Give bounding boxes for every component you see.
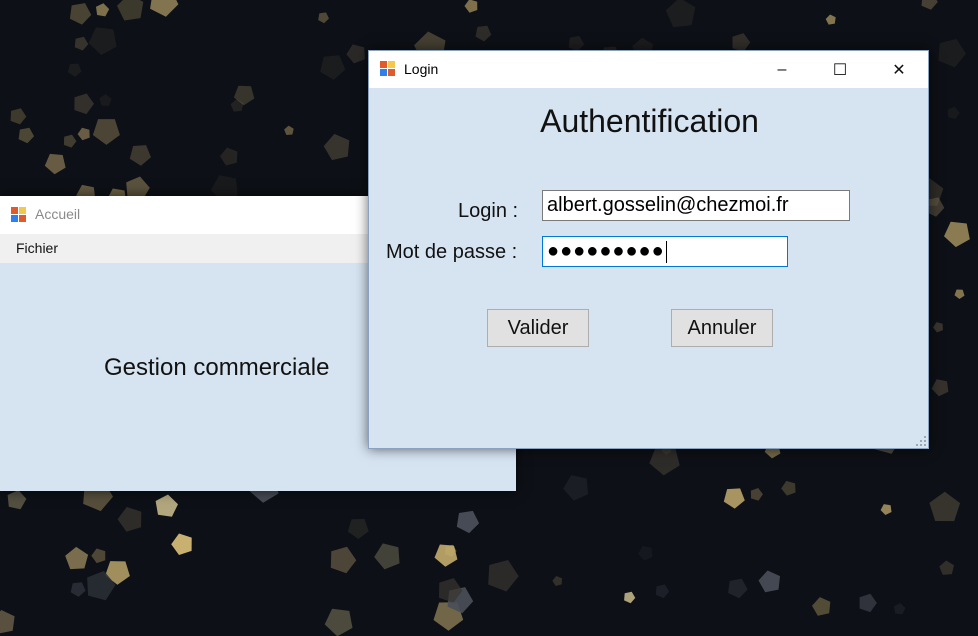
cancel-button[interactable]: Annuler <box>671 309 773 347</box>
login-label: Login : <box>458 200 519 222</box>
maximize-icon: ☐ <box>832 61 848 79</box>
menu-fichier[interactable]: Fichier <box>16 240 58 256</box>
login-dialog[interactable]: Login – ☐ ✕ Authentification Login : alb… <box>368 50 929 449</box>
accueil-title: Accueil <box>35 206 81 222</box>
password-label: Mot de passe : <box>386 241 518 263</box>
password-masked: ●●●●●●●●● <box>547 240 665 262</box>
app-icon <box>11 207 27 223</box>
validate-button[interactable]: Valider <box>487 309 589 347</box>
close-button[interactable]: ✕ <box>870 51 928 88</box>
password-input[interactable]: ●●●●●●●●● <box>542 236 788 267</box>
login-title: Login <box>404 61 439 77</box>
main-label: Gestion commerciale <box>104 354 330 381</box>
minimize-button[interactable]: – <box>753 51 811 88</box>
resize-grip-icon[interactable] <box>916 436 926 446</box>
minimize-icon: – <box>777 60 787 78</box>
app-icon <box>380 61 396 77</box>
text-caret <box>665 240 667 263</box>
login-titlebar[interactable]: Login – ☐ ✕ <box>369 51 928 88</box>
page-title: Authentification <box>540 103 759 139</box>
maximize-button[interactable]: ☐ <box>811 51 869 88</box>
login-value: albert.gosselin@chezmoi.fr <box>547 194 789 216</box>
login-input[interactable]: albert.gosselin@chezmoi.fr <box>542 190 850 221</box>
close-icon: ✕ <box>892 61 906 79</box>
